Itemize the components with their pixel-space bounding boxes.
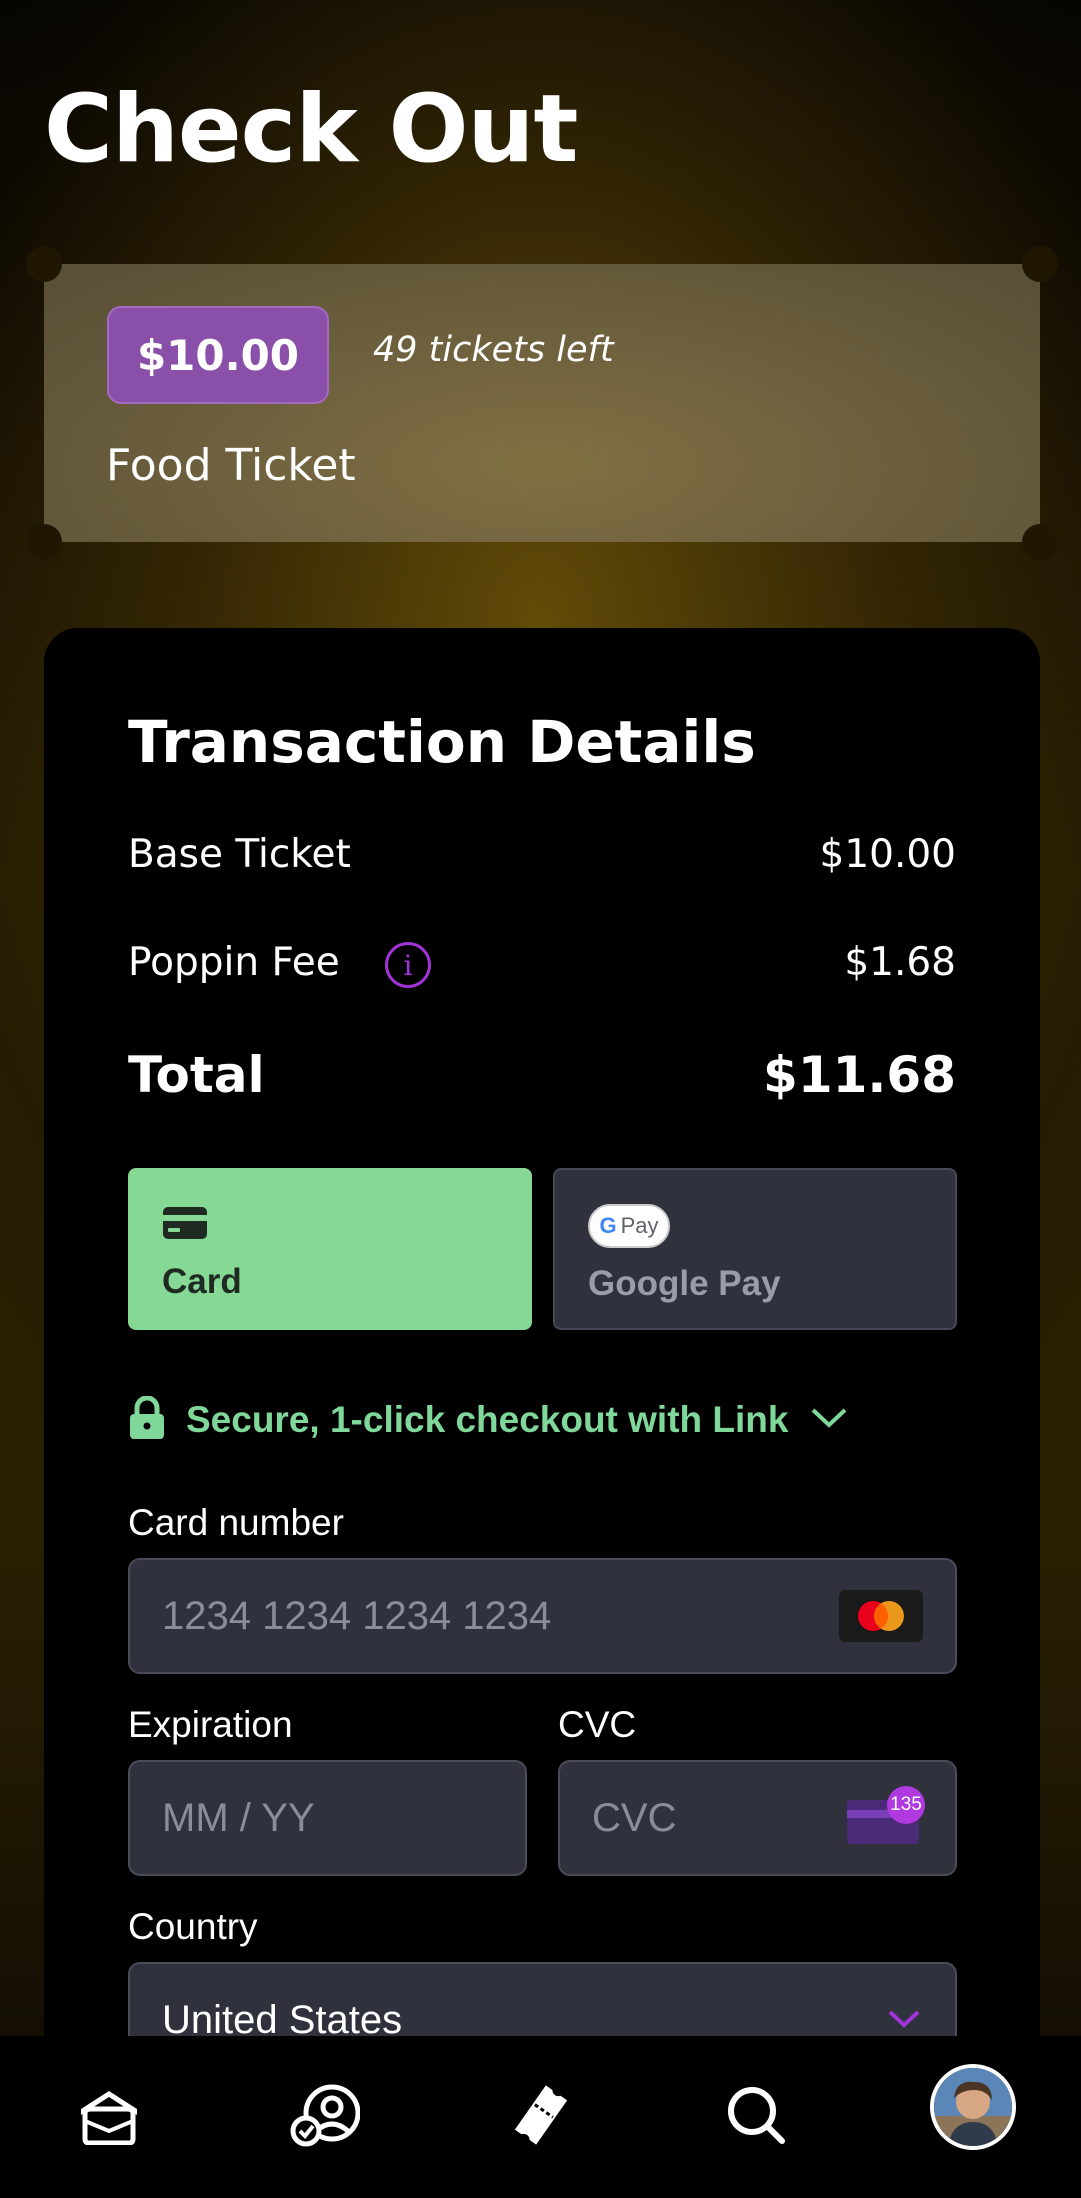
chevron-down-icon (810, 1406, 848, 1434)
ticket-name: Food Ticket (106, 440, 356, 491)
base-ticket-label: Base Ticket (128, 832, 351, 877)
card-label: Card (162, 1262, 242, 1301)
card-number-placeholder: 1234 1234 1234 1234 (162, 1594, 552, 1638)
cvc-placeholder: CVC (592, 1796, 677, 1840)
google-pay-badge-text: Pay (620, 1213, 659, 1238)
google-pay-label: Google Pay (588, 1264, 781, 1303)
card-payment-button[interactable]: Card (128, 1168, 532, 1330)
cvc-label: CVC (558, 1704, 637, 1745)
expiration-placeholder: MM / YY (162, 1796, 315, 1840)
total-label: Total (128, 1046, 265, 1104)
expiration-input[interactable]: MM / YY (128, 1760, 527, 1876)
country-label: Country (128, 1906, 258, 1947)
ticket-notch (1022, 524, 1058, 560)
tickets-left-text: 49 tickets left (373, 330, 614, 370)
bottom-nav (0, 2036, 1081, 2198)
poppin-fee-value: $1.68 (844, 940, 956, 985)
ticket-price-badge: $10.00 (107, 306, 329, 404)
expiration-label: Expiration (128, 1704, 293, 1745)
chevron-down-icon (887, 2008, 921, 2034)
search-icon[interactable] (711, 2070, 801, 2160)
profile-avatar[interactable] (930, 2064, 1016, 2150)
card-number-input[interactable]: 1234 1234 1234 1234 (128, 1558, 957, 1674)
cvc-card-icon: 135 (845, 1786, 925, 1846)
cvc-badge: 135 (887, 1786, 925, 1824)
total-value: $11.68 (763, 1046, 956, 1104)
page-title: Check Out (44, 75, 578, 184)
info-icon[interactable]: i (385, 942, 431, 988)
google-pay-badge: G Pay (588, 1204, 670, 1248)
friends-icon[interactable] (280, 2070, 370, 2160)
ticket-icon[interactable] (496, 2070, 586, 2160)
ticket-notch (26, 524, 62, 560)
base-ticket-value: $10.00 (819, 832, 956, 877)
ticket-card: $10.00 49 tickets left Food Ticket (26, 246, 1058, 560)
mastercard-icon (839, 1590, 923, 1642)
secure-checkout-text: Secure, 1-click checkout with Link (186, 1399, 789, 1440)
card-number-label: Card number (128, 1502, 344, 1543)
transaction-title: Transaction Details (128, 708, 756, 776)
transaction-panel: Transaction Details Base Ticket $10.00 P… (44, 628, 1040, 2198)
home-icon[interactable] (64, 2070, 154, 2160)
cvc-input[interactable]: CVC 135 (558, 1760, 957, 1876)
credit-card-icon (162, 1206, 208, 1244)
ticket-notch (26, 246, 62, 282)
google-g-icon: G (599, 1213, 617, 1238)
ticket-notch (1022, 246, 1058, 282)
link-checkout-toggle[interactable]: Secure, 1-click checkout with Link (128, 1395, 848, 1444)
lock-icon (128, 1395, 166, 1444)
google-pay-button[interactable]: G Pay Google Pay (553, 1168, 957, 1330)
poppin-fee-label: Poppin Fee (128, 940, 340, 985)
